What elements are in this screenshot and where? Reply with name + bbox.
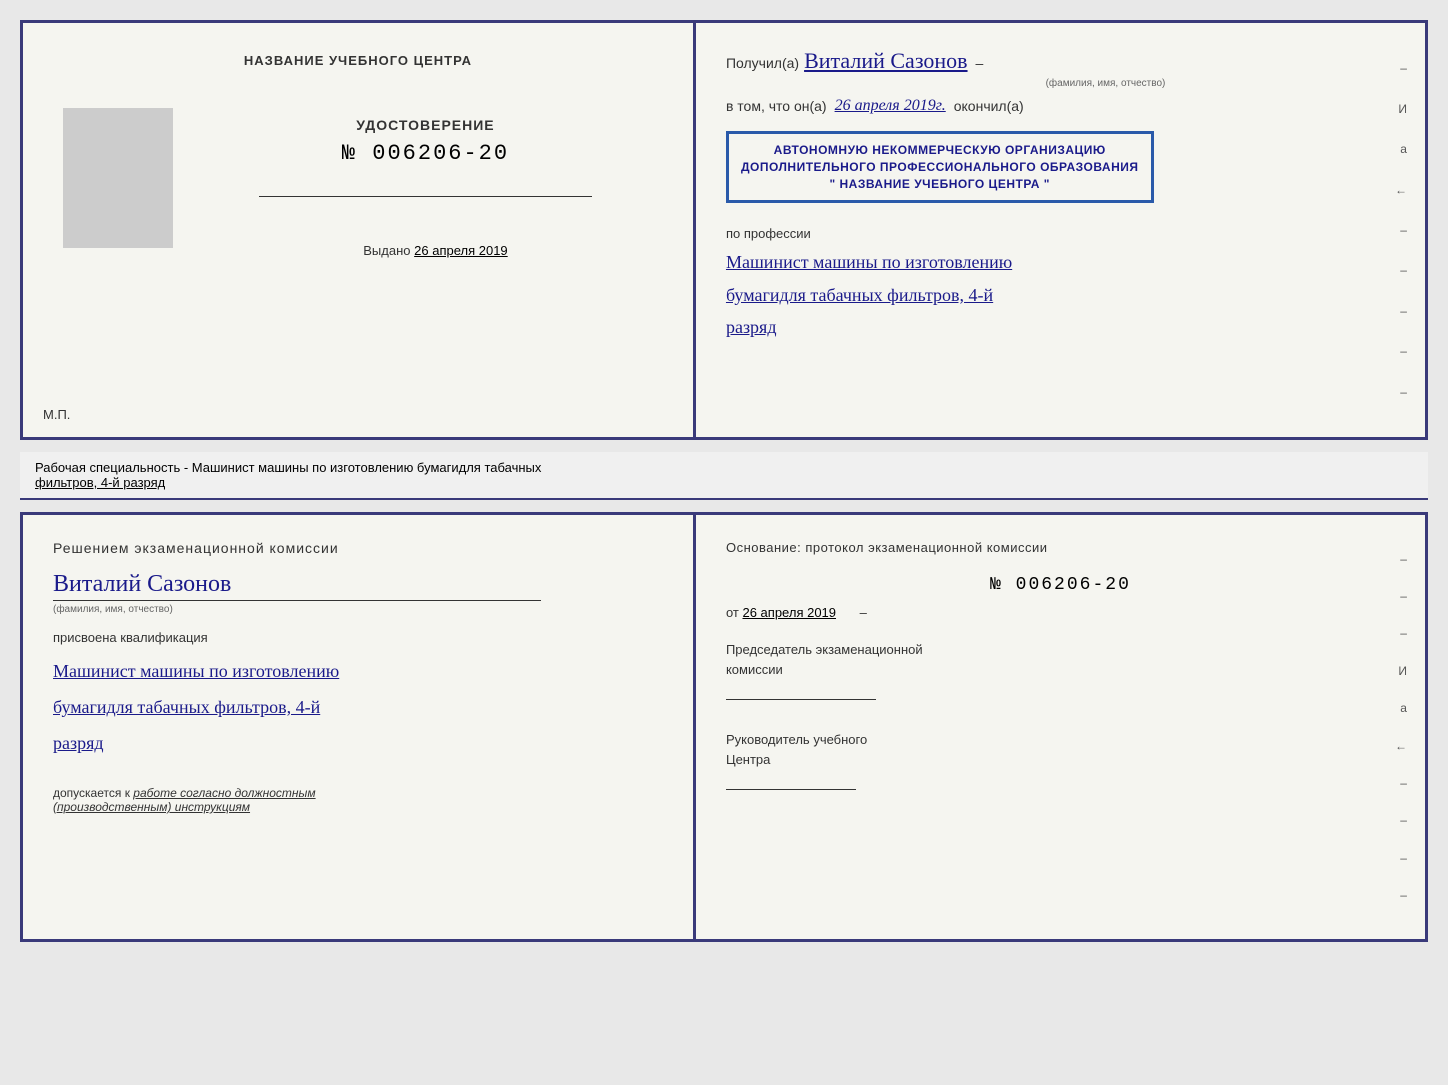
- top-certificate-book: НАЗВАНИЕ УЧЕБНОГО ЦЕНТРА УДОСТОВЕРЕНИЕ №…: [20, 20, 1428, 440]
- bottom-dopusk: допускается к работе согласно должностны…: [53, 786, 663, 814]
- stamp-line2: ДОПОЛНИТЕЛЬНОГО ПРОФЕССИОНАЛЬНОГО ОБРАЗО…: [741, 159, 1139, 176]
- bottom-right-number: № 006206-20: [726, 575, 1395, 595]
- bottom-rukov-line: [726, 789, 856, 790]
- recipient-name: Виталий Сазонов: [804, 48, 967, 74]
- cert-vydano-label: Выдано 26 апреля 2019: [363, 243, 507, 258]
- profession-line3: разряд: [726, 311, 1395, 343]
- bottom-prof-line2: бумагидля табачных фильтров, 4-й: [53, 689, 663, 725]
- annotation-bar: Рабочая специальность - Машинист машины …: [20, 452, 1428, 500]
- bottom-right-ot: от 26 апреля 2019 –: [726, 605, 1395, 620]
- bottom-right-side-decorations: – – – И а ← – – – –: [1395, 515, 1407, 939]
- stamp-box: АВТОНОМНУЮ НЕКОММЕРЧЕСКУЮ ОРГАНИЗАЦИЮ ДО…: [726, 131, 1154, 203]
- cert-divider-line: [259, 196, 591, 197]
- cert-photo: [63, 108, 173, 248]
- bottom-right-page: Основание: протокол экзаменационной коми…: [696, 515, 1425, 939]
- bottom-right-ot-date: 26 апреля 2019: [742, 605, 836, 620]
- profession-line2: бумагидля табачных фильтров, 4-й: [726, 279, 1395, 311]
- poluchil-label: Получил(а): [726, 55, 799, 71]
- bottom-certificate-book: Решением экзаменационной комиссии Витали…: [20, 512, 1428, 942]
- cert-right-page: Получил(а) Виталий Сазонов – (фамилия, и…: [696, 23, 1425, 437]
- bottom-fio-caption: (фамилия, имя, отчество): [53, 604, 663, 615]
- bottom-dopusk-italic: работе согласно должностным: [133, 786, 315, 800]
- bottom-name: Виталий Сазонов: [53, 571, 663, 598]
- cert-udostoverenie-label: УДОСТОВЕРЕНИЕ: [356, 117, 494, 133]
- vtom-prefix: в том, что он(а): [726, 98, 827, 114]
- bottom-fio-line: [53, 600, 541, 601]
- vtom-row: в том, что он(а) 26 апреля 2019г. окончи…: [726, 97, 1395, 115]
- bottom-left-page: Решением экзаменационной комиссии Витали…: [23, 515, 696, 939]
- bottom-dopusk-italic2: (производственным) инструкциям: [53, 800, 250, 814]
- cert-number: № 006206-20: [342, 141, 509, 166]
- po-professii-label: по профессии: [726, 226, 1395, 241]
- bottom-heading: Решением экзаменационной комиссии: [53, 540, 663, 556]
- cert-vydano-date: 26 апреля 2019: [414, 243, 508, 258]
- cert-left-page: НАЗВАНИЕ УЧЕБНОГО ЦЕНТРА УДОСТОВЕРЕНИЕ №…: [23, 23, 696, 437]
- cert-left-header: НАЗВАНИЕ УЧЕБНОГО ЦЕНТРА: [244, 53, 472, 68]
- profession-line1: Машинист машины по изготовлению: [726, 246, 1395, 278]
- bottom-rukov: Руководитель учебного Центра: [726, 730, 1395, 790]
- bottom-chairman: Председатель экзаменационной комиссии: [726, 640, 1395, 700]
- bottom-prof-line1: Машинист машины по изготовлению: [53, 653, 663, 689]
- cert-date: 26 апреля 2019г.: [835, 97, 946, 115]
- bottom-prisvoena-label: присвоена квалификация: [53, 630, 663, 645]
- right-side-decorations: – И а ← – – – – –: [1395, 23, 1407, 437]
- bottom-prof-line3: разряд: [53, 725, 663, 761]
- stamp-line1: АВТОНОМНУЮ НЕКОММЕРЧЕСКУЮ ОРГАНИЗАЦИЮ: [741, 142, 1139, 159]
- mp-label: М.П.: [43, 407, 70, 422]
- fio-caption-top: (фамилия, имя, отчество): [816, 78, 1395, 89]
- stamp-line3: " НАЗВАНИЕ УЧЕБНОГО ЦЕНТРА ": [741, 176, 1139, 193]
- bottom-osnov: Основание: протокол экзаменационной коми…: [726, 540, 1395, 555]
- dash-separator: –: [976, 55, 984, 71]
- annotation-text-underline: фильтров, 4-й разряд: [35, 475, 165, 490]
- annotation-text-normal: Рабочая специальность - Машинист машины …: [35, 460, 541, 475]
- okonchil-label: окончил(а): [954, 98, 1024, 114]
- bottom-chairman-line: [726, 699, 876, 700]
